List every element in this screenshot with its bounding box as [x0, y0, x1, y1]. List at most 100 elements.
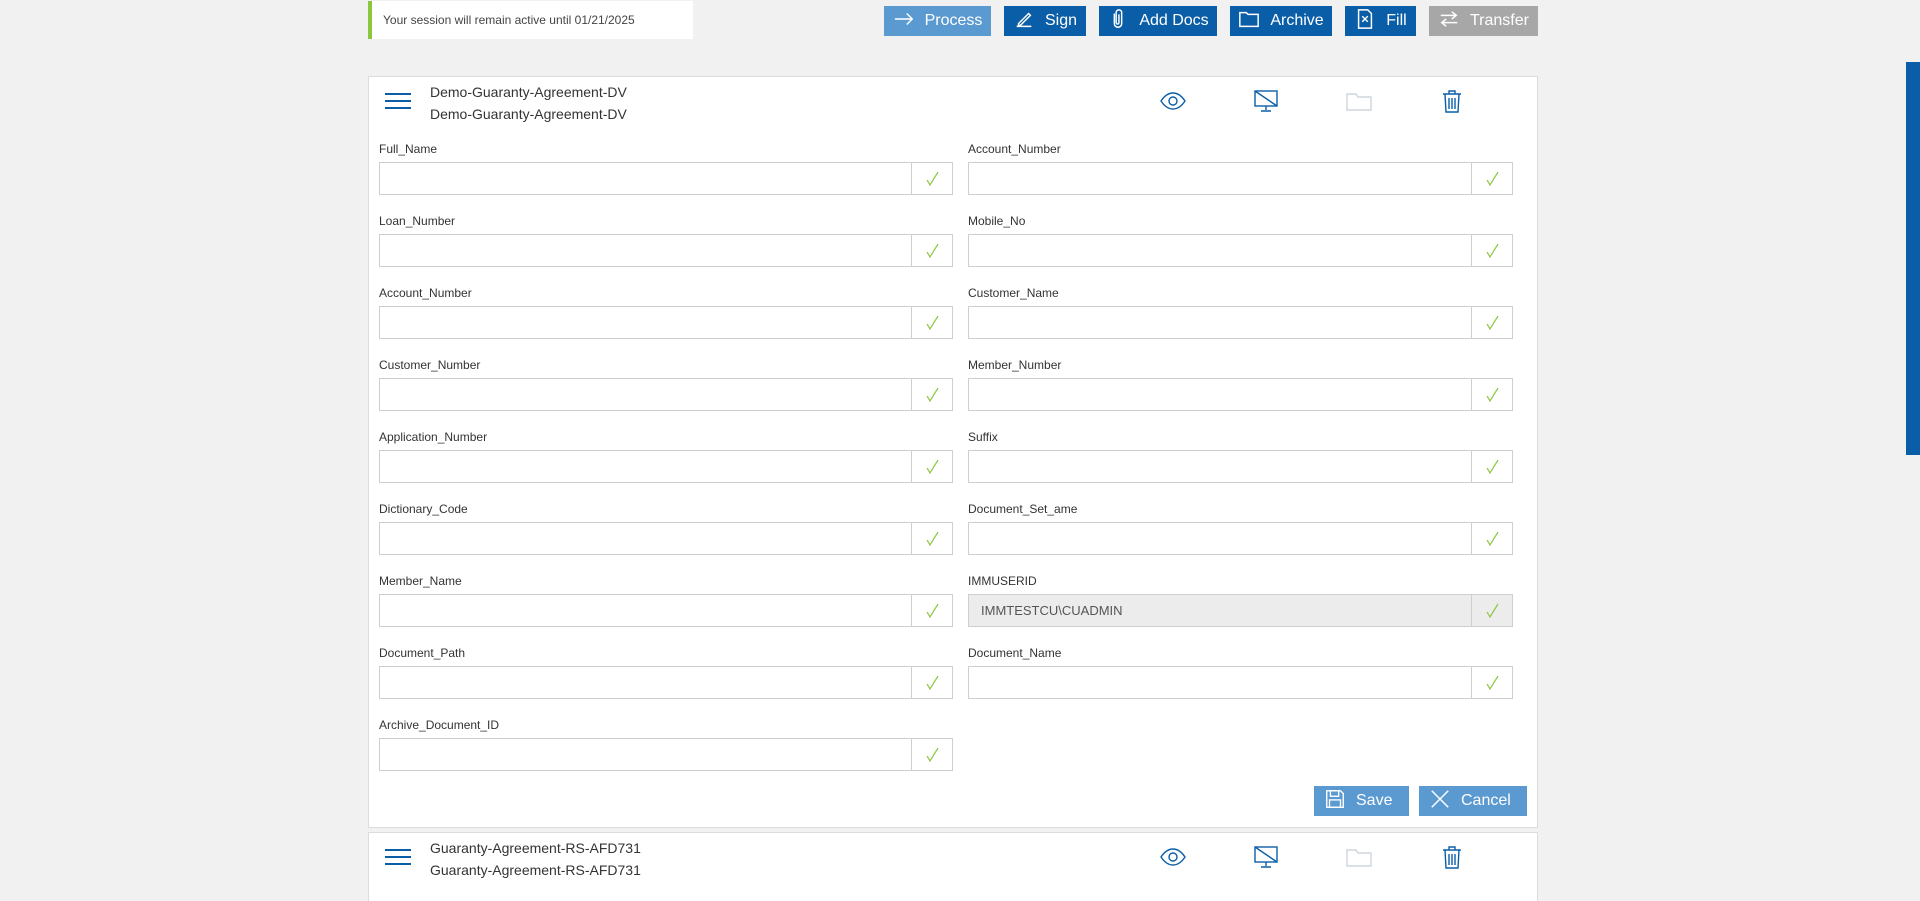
monitor-off-icon[interactable]	[1252, 843, 1280, 871]
field-label-full-name: Full_Name	[379, 142, 438, 156]
document-subtitle: Guaranty-Agreement-RS-AFD731	[430, 862, 641, 878]
save-label: Save	[1356, 792, 1393, 809]
document-subtitle: Demo-Guaranty-Agreement-DV	[430, 106, 627, 122]
trash-icon[interactable]	[1438, 87, 1466, 115]
check-icon[interactable]	[911, 163, 952, 194]
check-icon[interactable]	[1471, 235, 1512, 266]
field-label-document-set-name: Document_Set_ame	[968, 502, 1078, 516]
archive-label: Archive	[1270, 12, 1324, 29]
transfer-arrows-icon	[1438, 8, 1460, 35]
member-number-input[interactable]	[969, 379, 1471, 410]
check-icon[interactable]	[911, 307, 952, 338]
check-icon[interactable]	[911, 595, 952, 626]
immuserid-field	[968, 594, 1513, 627]
cancel-button[interactable]: Cancel	[1419, 786, 1527, 816]
check-icon[interactable]	[911, 235, 952, 266]
check-icon[interactable]	[1471, 595, 1512, 626]
account-number-field	[379, 306, 953, 339]
document-path-field	[379, 666, 953, 699]
hamburger-menu-icon[interactable]	[385, 93, 411, 111]
transfer-label: Transfer	[1470, 12, 1529, 29]
archive-button[interactable]: Archive	[1230, 6, 1332, 36]
fill-button[interactable]: Fill	[1345, 6, 1416, 36]
save-icon	[1324, 788, 1346, 815]
field-label-dictionary-code: Dictionary_Code	[379, 502, 468, 516]
check-icon[interactable]	[1471, 523, 1512, 554]
mobile-no-field	[968, 234, 1513, 267]
check-icon[interactable]	[911, 667, 952, 698]
check-icon[interactable]	[911, 523, 952, 554]
scrollbar-thumb[interactable]	[1906, 62, 1920, 455]
loan-number-field	[379, 234, 953, 267]
monitor-off-icon[interactable]	[1252, 87, 1280, 115]
folder-icon	[1345, 843, 1373, 871]
field-label-account-number-2: Account_Number	[968, 142, 1061, 156]
add-docs-button[interactable]: Add Docs	[1099, 6, 1217, 36]
field-label-loan-number: Loan_Number	[379, 214, 456, 228]
transfer-button[interactable]: Transfer	[1429, 6, 1538, 36]
loan-number-input[interactable]	[380, 235, 911, 266]
mobile-no-input[interactable]	[969, 235, 1471, 266]
archive-document-id-input[interactable]	[380, 739, 911, 770]
paperclip-icon	[1107, 8, 1129, 35]
account-number-input[interactable]	[380, 307, 911, 338]
document-header: Guaranty-Agreement-RS-AFD731 Guaranty-Ag…	[369, 833, 1537, 885]
customer-name-field	[968, 306, 1513, 339]
cancel-label: Cancel	[1461, 792, 1511, 809]
account-number-2-field	[968, 162, 1513, 195]
dictionary-code-field	[379, 522, 953, 555]
document-name-field	[968, 666, 1513, 699]
save-button[interactable]: Save	[1314, 786, 1409, 816]
check-icon[interactable]	[1471, 307, 1512, 338]
member-name-field	[379, 594, 953, 627]
toolbar: Process Sign Add Docs Archive Fill Trans…	[0, 6, 1920, 36]
check-icon[interactable]	[1471, 451, 1512, 482]
check-icon[interactable]	[911, 451, 952, 482]
dictionary-code-input[interactable]	[380, 523, 911, 554]
field-label-member-number: Member_Number	[968, 358, 1062, 372]
field-label-customer-name: Customer_Name	[968, 286, 1059, 300]
arrow-right-icon	[893, 8, 915, 35]
full-name-field	[379, 162, 953, 195]
application-number-input[interactable]	[380, 451, 911, 482]
document-card: Demo-Guaranty-Agreement-DV Demo-Guaranty…	[368, 76, 1538, 828]
field-label-immuserid: IMMUSERID	[968, 574, 1037, 588]
immuserid-input	[969, 595, 1471, 626]
pen-icon	[1013, 8, 1035, 35]
customer-name-input[interactable]	[969, 307, 1471, 338]
document-card: Guaranty-Agreement-RS-AFD731 Guaranty-Ag…	[368, 832, 1538, 901]
field-label-document-name: Document_Name	[968, 646, 1062, 660]
field-label-application-number: Application_Number	[379, 430, 488, 444]
check-icon[interactable]	[1471, 163, 1512, 194]
full-name-input[interactable]	[380, 163, 911, 194]
suffix-field	[968, 450, 1513, 483]
member-number-field	[968, 378, 1513, 411]
field-label-mobile-no: Mobile_No	[968, 214, 1026, 228]
process-label: Process	[924, 12, 983, 29]
account-number-2-input[interactable]	[969, 163, 1471, 194]
sign-button[interactable]: Sign	[1004, 6, 1086, 36]
check-icon[interactable]	[1471, 379, 1512, 410]
check-icon[interactable]	[1471, 667, 1512, 698]
application-number-field	[379, 450, 953, 483]
field-label-customer-number: Customer_Number	[379, 358, 481, 372]
hamburger-menu-icon[interactable]	[385, 849, 411, 867]
document-name-input[interactable]	[969, 667, 1471, 698]
member-name-input[interactable]	[380, 595, 911, 626]
process-button[interactable]: Process	[884, 6, 991, 36]
document-title: Demo-Guaranty-Agreement-DV	[430, 84, 627, 100]
fill-label: Fill	[1386, 12, 1407, 29]
customer-number-input[interactable]	[380, 379, 911, 410]
eye-icon[interactable]	[1159, 87, 1187, 115]
field-label-document-path: Document_Path	[379, 646, 466, 660]
field-label-member-name: Member_Name	[379, 574, 462, 588]
eye-icon[interactable]	[1159, 843, 1187, 871]
document-set-name-input[interactable]	[969, 523, 1471, 554]
folder-icon	[1238, 8, 1260, 35]
suffix-input[interactable]	[969, 451, 1471, 482]
document-title: Guaranty-Agreement-RS-AFD731	[430, 840, 641, 856]
trash-icon[interactable]	[1438, 843, 1466, 871]
check-icon[interactable]	[911, 379, 952, 410]
document-path-input[interactable]	[380, 667, 911, 698]
check-icon[interactable]	[911, 739, 952, 770]
